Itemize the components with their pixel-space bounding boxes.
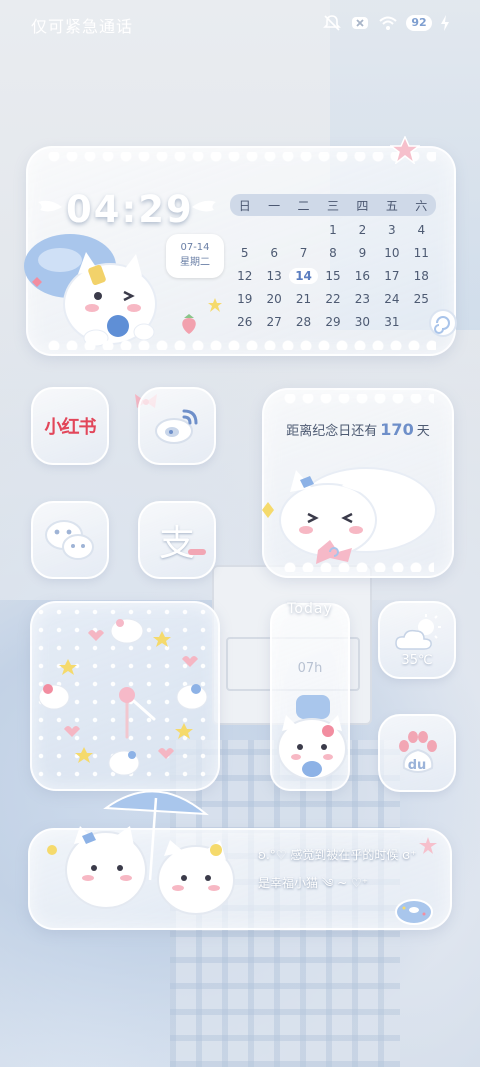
countdown-text: 距离纪念日还有 170 天 <box>264 420 452 439</box>
lace-decoration <box>282 394 434 418</box>
calendar-day <box>259 222 288 238</box>
quote-widget[interactable]: ʚ.°♡ 感觉到被在乎的时候 ɞ⁺ 是幸福小猫 ༄ ~ ♡⁺ <box>28 790 452 930</box>
calendar-day[interactable]: 27 <box>259 314 288 330</box>
baidu-label: du <box>407 758 427 773</box>
calendar-day[interactable]: 18 <box>407 268 436 284</box>
calendar-day[interactable]: 16 <box>348 268 377 284</box>
calendar-day[interactable]: 2 <box>348 222 377 238</box>
lace-decoration-bottom <box>282 558 434 572</box>
calendar-day[interactable]: 4 <box>407 222 436 238</box>
calendar-day[interactable]: 9 <box>348 245 377 261</box>
calendar-day[interactable]: 1 <box>318 222 347 238</box>
wechat-icon <box>45 520 94 560</box>
calendar-day[interactable]: 26 <box>230 314 259 330</box>
calendar-day[interactable]: 14 <box>288 268 319 284</box>
status-icons: 92 <box>322 14 450 32</box>
weather-widget[interactable]: 35℃ <box>378 601 456 679</box>
xiaohongshu-app[interactable]: 小红书 <box>31 387 109 465</box>
pink-stripe <box>188 549 206 555</box>
charging-icon <box>441 15 449 31</box>
calendar-day[interactable]: 31 <box>377 314 406 330</box>
calendar-day[interactable]: 30 <box>348 314 377 330</box>
alipay-app[interactable]: 支 <box>138 501 216 579</box>
lace-decoration <box>46 152 436 176</box>
kittens-umbrella-icon <box>47 790 235 915</box>
quote-line-1: ʚ.°♡ 感觉到被在乎的时候 ɞ⁺ <box>258 848 417 862</box>
calendar-day[interactable]: 8 <box>318 245 347 261</box>
countdown-days: 170 <box>380 420 414 439</box>
calendar-day[interactable]: 6 <box>259 245 288 261</box>
calendar-day[interactable]: 5 <box>230 245 259 261</box>
countdown-widget[interactable]: 距离纪念日还有 170 天 <box>262 388 454 578</box>
strawberry-icon <box>182 314 196 334</box>
weekday-text: 星期二 <box>180 257 210 268</box>
alipay-label: 支 <box>158 523 195 564</box>
today-widget[interactable]: Today 07h <box>270 601 350 791</box>
analog-clock-widget[interactable] <box>30 601 220 791</box>
calendar-days: 1 2 3 4 5 6 7 8 9 10 11 12 13 14 15 16 17 18 19 20 21 22 23 24 2… <box>230 222 436 330</box>
calendar-weekday: 五 <box>385 198 398 213</box>
calendar-day[interactable]: 25 <box>407 291 436 307</box>
calendar-day[interactable]: 28 <box>289 314 318 330</box>
calendar-weekday: 六 <box>415 198 428 213</box>
calendar-day[interactable]: 23 <box>348 291 377 307</box>
calendar-weekdays: 日一二三四五六 <box>230 194 436 216</box>
wing-right-icon <box>192 200 216 212</box>
calendar-day <box>289 222 318 238</box>
calendar-weekday: 日 <box>238 198 251 213</box>
clock-time: 04:29 <box>66 188 194 231</box>
today-title: Today <box>287 601 333 617</box>
wing-left-icon <box>38 200 62 212</box>
baidu-app[interactable]: du <box>378 714 456 792</box>
weibo-app[interactable] <box>138 387 216 465</box>
calendar-day[interactable]: 15 <box>318 268 347 284</box>
calendar-day[interactable]: 17 <box>377 268 406 284</box>
calendar-weekday: 二 <box>297 198 310 213</box>
carrier-text: 仅可紧急通话 <box>31 17 134 36</box>
calendar-day[interactable]: 22 <box>318 291 347 307</box>
calendar-weekday: 一 <box>268 198 281 213</box>
kitten-cup-icon <box>277 695 347 780</box>
calendar-day[interactable]: 12 <box>230 268 259 284</box>
xiaohongshu-label: 小红书 <box>44 417 97 438</box>
partly-cloudy-icon <box>395 614 441 650</box>
lace-decoration-bottom <box>46 336 436 350</box>
weather-temperature: 35℃ <box>401 653 433 668</box>
calendar-day[interactable]: 24 <box>377 291 406 307</box>
calendar-day[interactable]: 19 <box>230 291 259 307</box>
pink-star-icon <box>419 837 437 854</box>
no-signal-icon <box>352 17 368 29</box>
calendar-day[interactable]: 20 <box>259 291 288 307</box>
calendar-weekday: 四 <box>356 198 369 213</box>
countdown-suffix: 天 <box>416 424 430 439</box>
kitten-clock-face-icon <box>38 618 208 776</box>
today-hour: 07h <box>297 661 323 676</box>
quote-line-2: 是幸福小猫 ༄ ~ ♡⁺ <box>258 876 369 890</box>
battery-icon: 92 <box>406 15 432 31</box>
clock-calendar-widget[interactable]: 04:29 07-14 星期二 日一二三四五六 1 2 3 4 5 6 7 8 9 10 11 12 1… <box>24 136 457 356</box>
calendar-day[interactable]: 3 <box>377 222 406 238</box>
calendar-day <box>230 222 259 238</box>
calendar-weekday: 三 <box>326 198 339 213</box>
swirl-lollipop-icon <box>429 309 457 337</box>
date-text: 07-14 <box>180 242 210 253</box>
donut-icon <box>395 899 433 925</box>
calendar-day[interactable]: 10 <box>377 245 406 261</box>
calendar-day[interactable]: 13 <box>259 268 288 284</box>
calendar-day[interactable]: 11 <box>407 245 436 261</box>
calendar-day[interactable]: 7 <box>289 245 318 261</box>
wifi-icon <box>379 16 397 30</box>
mute-icon <box>323 15 341 31</box>
calendar-day[interactable]: 21 <box>289 291 318 307</box>
date-bubble: 07-14 星期二 <box>166 234 224 278</box>
wechat-app[interactable] <box>31 501 109 579</box>
pink-star-icon <box>390 136 420 164</box>
calendar-day[interactable]: 29 <box>318 314 347 330</box>
status-bar: 仅可紧急通话 92 <box>0 0 480 48</box>
weibo-icon <box>155 409 198 444</box>
sleeping-kitten-icon <box>262 467 437 564</box>
star-icon <box>208 298 222 312</box>
calendar: 日一二三四五六 1 2 3 4 5 6 7 8 9 10 11 12 13 14 15 16 17 18 19 20 2… <box>230 194 436 330</box>
countdown-prefix: 距离纪念日还有 <box>286 424 378 439</box>
